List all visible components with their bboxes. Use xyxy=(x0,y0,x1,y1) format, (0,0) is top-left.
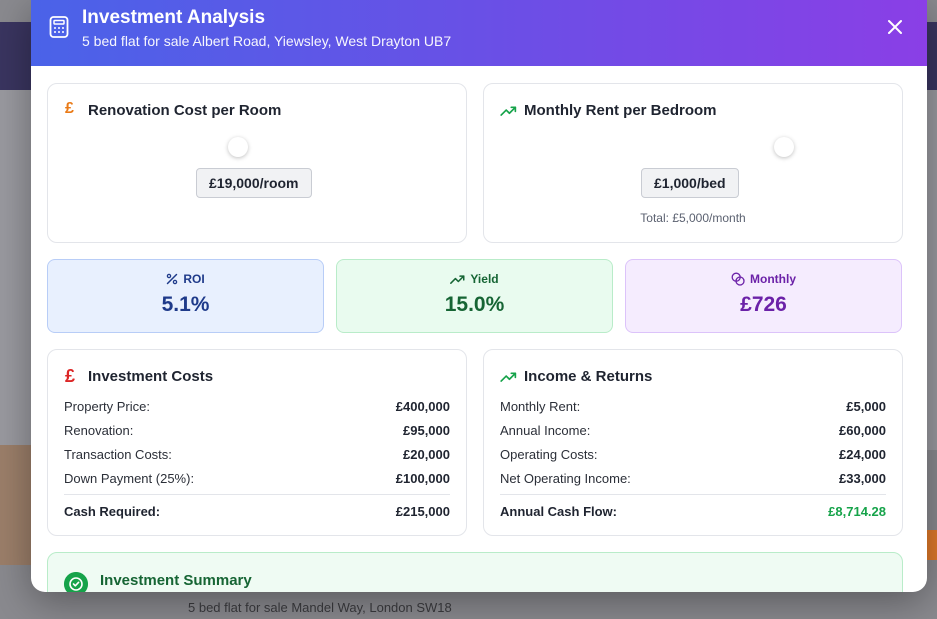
modal-subtitle: 5 bed flat for sale Albert Road, Yiewsle… xyxy=(82,33,452,49)
yield-label: Yield xyxy=(470,272,499,286)
investment-analysis-modal: Investment Analysis 5 bed flat for sale … xyxy=(31,0,927,592)
cost-row: Down Payment (25%): £100,000 xyxy=(64,471,450,486)
check-circle-icon xyxy=(64,572,88,592)
cost-row: Transaction Costs: £20,000 xyxy=(64,447,450,462)
renovation-cost-card: £ Renovation Cost per Room £19,000/room xyxy=(47,83,467,243)
income-row: Annual Income: £60,000 xyxy=(500,423,886,438)
percent-icon xyxy=(167,273,178,285)
investment-costs-card: £ Investment Costs Property Price: £400,0… xyxy=(47,349,467,536)
monthly-value: £726 xyxy=(740,293,787,316)
cost-row: Property Price: £400,000 xyxy=(64,399,450,414)
income-row: Operating Costs: £24,000 xyxy=(500,447,886,462)
divider xyxy=(500,494,886,495)
income-row: Net Operating Income: £33,000 xyxy=(500,471,886,486)
monthly-rent-card: Monthly Rent per Bedroom £1,000/bed Tota… xyxy=(483,83,903,243)
yield-value: 15.0% xyxy=(444,293,505,316)
roi-metric: ROI 5.1% xyxy=(47,259,324,333)
modal-title: Investment Analysis xyxy=(82,7,266,28)
cost-row: Renovation: £95,000 xyxy=(64,423,450,438)
roi-value: 5.1% xyxy=(161,293,210,316)
monthly-metric: Monthly £726 xyxy=(625,259,902,333)
income-row: Monthly Rent: £5,000 xyxy=(500,399,886,414)
backdrop-listing-caption: 5 bed flat for sale Mandel Way, London S… xyxy=(188,600,452,615)
calculator-icon xyxy=(49,16,69,38)
coins-icon xyxy=(731,272,745,286)
income-card-title: Income & Returns xyxy=(524,368,653,385)
trending-up-icon xyxy=(500,372,517,382)
rent-slider-handle[interactable] xyxy=(774,137,794,157)
rent-value: £1,000/bed xyxy=(641,168,739,198)
close-icon[interactable] xyxy=(885,17,905,37)
summary-title: Investment Summary xyxy=(100,572,252,589)
modal-header: Investment Analysis 5 bed flat for sale … xyxy=(31,0,927,66)
backdrop-thumbnail xyxy=(0,445,32,565)
income-returns-card: Income & Returns Monthly Rent: £5,000 Ann… xyxy=(483,349,903,536)
renovation-card-title: Renovation Cost per Room xyxy=(88,102,282,119)
backdrop-badge xyxy=(927,530,937,560)
yield-metric: Yield 15.0% xyxy=(336,259,613,333)
renovation-slider-handle[interactable] xyxy=(228,137,248,157)
trending-up-icon xyxy=(450,275,465,284)
renovation-value: £19,000/room xyxy=(196,168,312,198)
costs-card-title: Investment Costs xyxy=(88,368,214,385)
pound-icon: £ xyxy=(65,100,74,117)
investment-summary-panel: Investment Summary xyxy=(47,552,903,592)
pound-icon: £ xyxy=(65,366,76,386)
monthly-label: Monthly xyxy=(750,272,796,286)
rent-total: Total: £5,000/month xyxy=(640,211,746,225)
divider xyxy=(64,494,450,495)
trending-up-icon xyxy=(500,106,517,116)
cash-required-row: Cash Required: £215,000 xyxy=(64,504,450,519)
annual-cash-flow-row: Annual Cash Flow: £8,714.28 xyxy=(500,504,886,519)
roi-label: ROI xyxy=(183,272,205,286)
rent-card-title: Monthly Rent per Bedroom xyxy=(524,102,717,119)
